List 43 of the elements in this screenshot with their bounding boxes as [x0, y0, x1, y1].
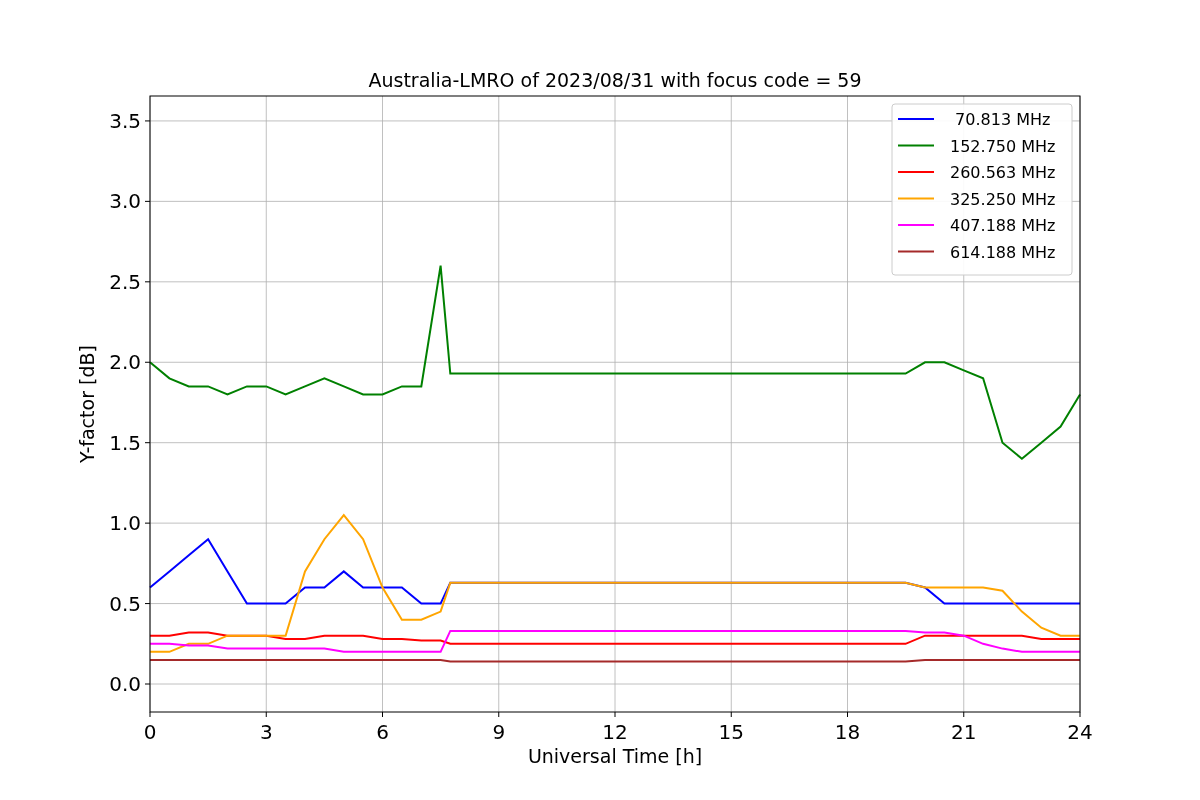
tick-mark [144, 522, 151, 524]
tick-mark [614, 711, 616, 718]
tick-label: 12 [602, 720, 628, 744]
tick-mark [144, 603, 151, 605]
legend-label: 152.750 MHz [950, 136, 1056, 156]
legend-label: 325.250 MHz [950, 189, 1056, 209]
tick-label: 1.5 [109, 430, 141, 455]
tick-label: 9 [492, 720, 506, 744]
legend-label: 407.188 MHz [950, 216, 1056, 235]
tick-mark [144, 683, 151, 685]
tick-mark [149, 711, 151, 718]
tick-label: 0 [143, 720, 157, 744]
tick-mark [1079, 711, 1081, 718]
legend-label: 260.563 MHz [950, 163, 1056, 182]
tick-label: 18 [834, 720, 861, 744]
tick-label: 1.0 [109, 511, 141, 536]
tick-mark [144, 361, 151, 363]
tick-label: 24 [1067, 720, 1093, 744]
tick-label: 2.5 [109, 269, 141, 294]
tick-mark [382, 711, 383, 718]
tick-mark [144, 281, 151, 283]
tick-mark [963, 711, 965, 718]
tick-label: 6 [376, 720, 389, 744]
tick-mark [498, 711, 500, 718]
tick-label: 3.5 [109, 108, 141, 133]
legend-label: 70.813 MHz [955, 110, 1051, 129]
tick-mark [144, 442, 151, 444]
tick-label: 3 [259, 720, 273, 744]
tick-label: 0.0 [109, 672, 141, 696]
tick-mark [730, 711, 732, 718]
tick-label: 3.0 [109, 189, 141, 214]
tick-mark [265, 711, 267, 718]
legend-label: 614.188 MHz [950, 242, 1056, 262]
axis-label: Y-factor [dB] [76, 345, 98, 463]
tick-label: 15 [718, 720, 744, 744]
tick-mark [144, 200, 151, 202]
tick-mark [144, 120, 151, 122]
tick-label: 21 [951, 720, 977, 744]
tick-label: 0.5 [109, 591, 141, 616]
tick-mark [847, 711, 848, 718]
tick-label: 2.0 [109, 350, 141, 375]
axis-label: Universal Time [h] [527, 745, 703, 767]
chart-title: Australia-LMRO of 2023/08/31 with focus code = 59 [368, 69, 862, 91]
